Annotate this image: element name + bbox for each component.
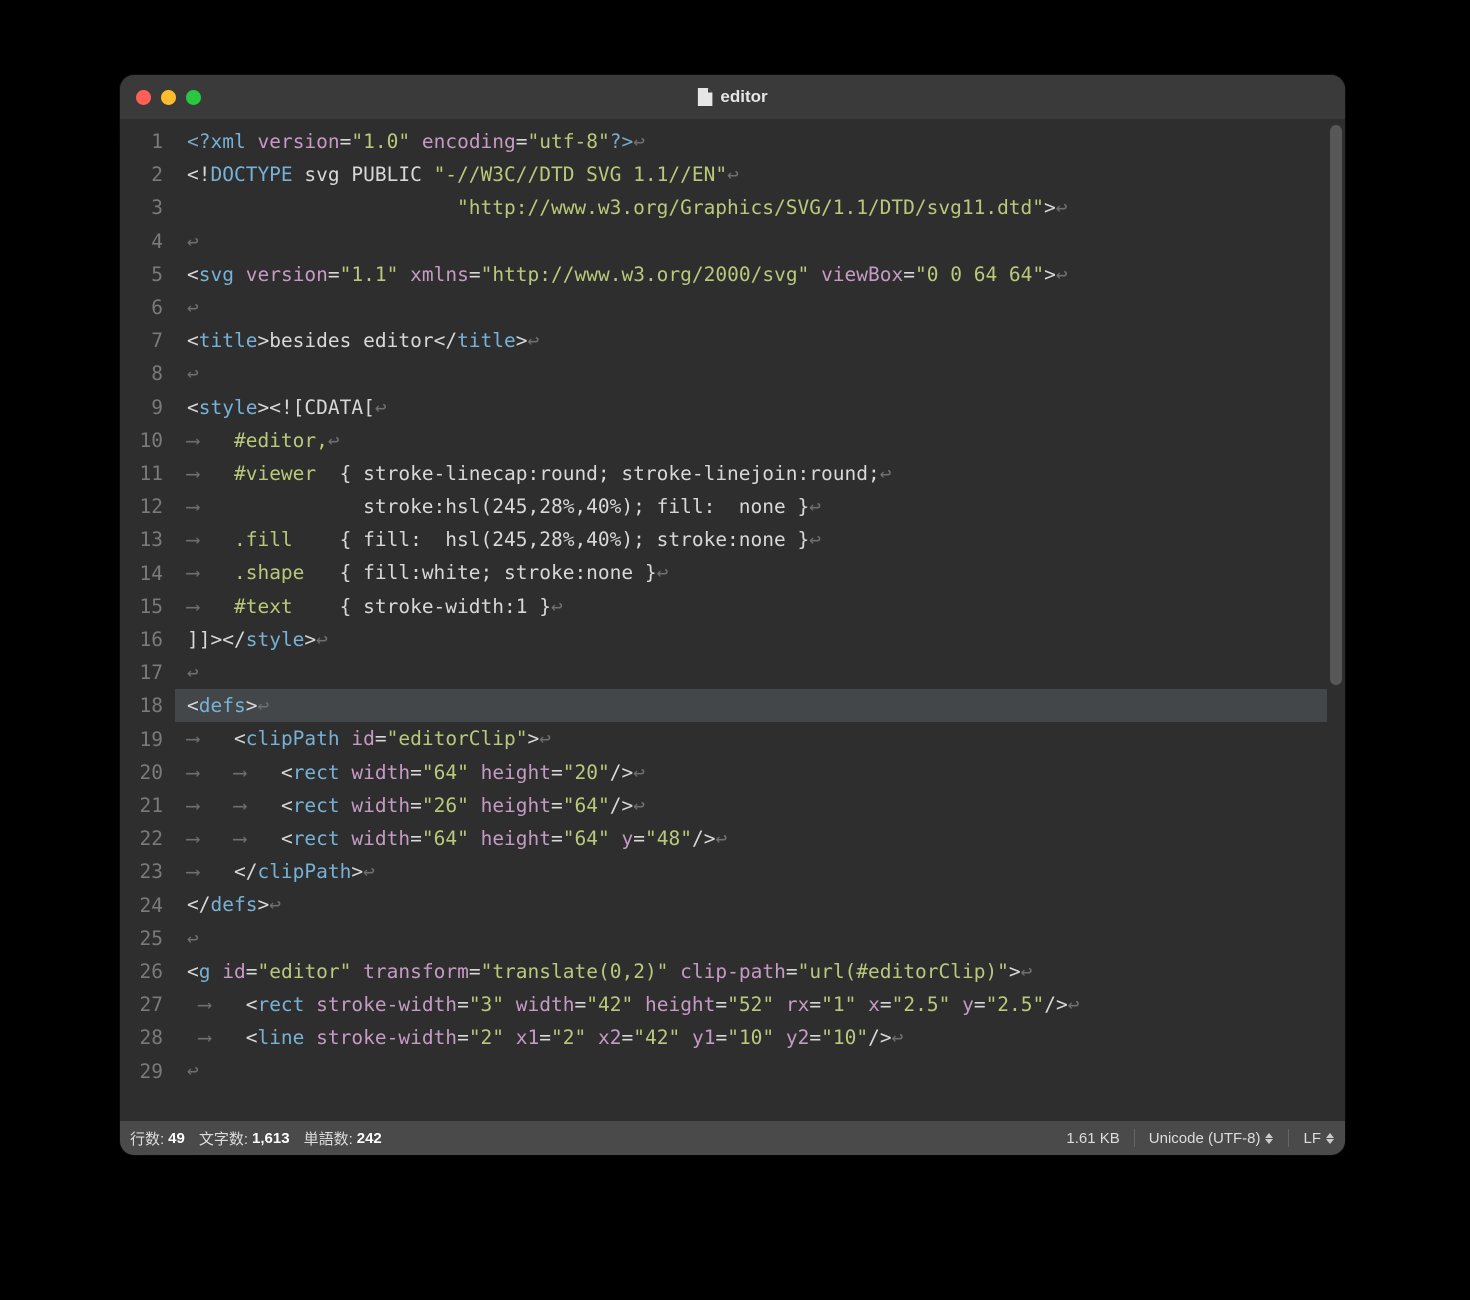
code-line[interactable]: ⟶ #viewer { stroke-linecap:round; stroke…: [175, 457, 1327, 490]
minimize-button[interactable]: [161, 90, 176, 105]
line-number: 24: [120, 889, 175, 922]
code-line[interactable]: ⟶ .fill { fill: hsl(245,28%,40%); stroke…: [175, 523, 1327, 556]
line-number: 26: [120, 955, 175, 988]
code-line[interactable]: ⟶ </clipPath>↩: [175, 855, 1327, 888]
status-filesize-value: 1.61 KB: [1066, 1130, 1119, 1147]
line-number: 17: [120, 656, 175, 689]
line-number: 21: [120, 789, 175, 822]
line-number: 28: [120, 1021, 175, 1054]
window-title: editor: [697, 87, 767, 107]
line-number: 5: [120, 258, 175, 291]
editor-window: editor 123456789101112131415161718192021…: [120, 75, 1345, 1155]
scrollbar-thumb[interactable]: [1330, 125, 1342, 685]
document-icon: [697, 88, 712, 106]
status-chars: 文字数: 1,613: [199, 1128, 290, 1149]
line-number: 20: [120, 756, 175, 789]
line-number: 14: [120, 557, 175, 590]
line-number: 29: [120, 1055, 175, 1088]
status-lines-label: 行数:: [130, 1128, 164, 1149]
zoom-button[interactable]: [186, 90, 201, 105]
line-number: 6: [120, 291, 175, 324]
code-line[interactable]: <!DOCTYPE svg PUBLIC "-//W3C//DTD SVG 1.…: [175, 158, 1327, 191]
code-line[interactable]: ↩: [175, 656, 1327, 689]
status-divider: [1134, 1129, 1135, 1147]
status-words: 単語数: 242: [304, 1128, 382, 1149]
status-chars-value: 1,613: [252, 1130, 290, 1147]
code-line[interactable]: ⟶ ⟶ <rect width="26" height="64"/>↩: [175, 789, 1327, 822]
status-words-label: 単語数:: [304, 1128, 353, 1149]
status-divider: [1288, 1129, 1289, 1147]
code-line[interactable]: ↩: [175, 1054, 1327, 1087]
window-title-text: editor: [720, 87, 767, 107]
code-line[interactable]: <style><![CDATA[↩: [175, 391, 1327, 424]
code-line[interactable]: "http://www.w3.org/Graphics/SVG/1.1/DTD/…: [175, 191, 1327, 224]
code-line[interactable]: ⟶ ⟶ <rect width="64" height="64" y="48"/…: [175, 822, 1327, 855]
code-line[interactable]: ⟶ <clipPath id="editorClip">↩: [175, 722, 1327, 755]
status-lines-value: 49: [168, 1130, 185, 1147]
traffic-lights: [136, 90, 201, 105]
line-number: 3: [120, 191, 175, 224]
line-number: 7: [120, 324, 175, 357]
code-line[interactable]: <g id="editor" transform="translate(0,2)…: [175, 955, 1327, 988]
code-line[interactable]: ↩: [175, 225, 1327, 258]
encoding-value: Unicode (UTF-8): [1149, 1130, 1261, 1147]
code-line[interactable]: ⟶ stroke:hsl(245,28%,40%); fill: none }↩: [175, 490, 1327, 523]
status-lines: 行数: 49: [130, 1128, 185, 1149]
code-line[interactable]: <?xml version="1.0" encoding="utf-8"?>↩: [175, 125, 1327, 158]
status-filesize: 1.61 KB: [1066, 1130, 1119, 1147]
line-number: 15: [120, 590, 175, 623]
line-number: 4: [120, 225, 175, 258]
status-chars-label: 文字数:: [199, 1128, 248, 1149]
code-line[interactable]: ⟶ #text { stroke-width:1 }↩: [175, 590, 1327, 623]
status-bar: 行数: 49 文字数: 1,613 単語数: 242 1.61 KB Unico…: [120, 1121, 1345, 1155]
code-line[interactable]: ↩: [175, 291, 1327, 324]
titlebar[interactable]: editor: [120, 75, 1345, 119]
code-line[interactable]: </defs>↩: [175, 888, 1327, 921]
line-number: 11: [120, 457, 175, 490]
line-number: 10: [120, 424, 175, 457]
code-area[interactable]: <?xml version="1.0" encoding="utf-8"?>↩<…: [175, 119, 1327, 1121]
line-number: 25: [120, 922, 175, 955]
line-number: 13: [120, 523, 175, 556]
line-number: 9: [120, 391, 175, 424]
line-number: 2: [120, 158, 175, 191]
code-line[interactable]: ⟶ ⟶ <rect width="64" height="20"/>↩: [175, 756, 1327, 789]
code-line[interactable]: ↩: [175, 922, 1327, 955]
line-number: 16: [120, 623, 175, 656]
editor-body: 1234567891011121314151617181920212223242…: [120, 119, 1345, 1121]
line-number: 23: [120, 855, 175, 888]
line-ending-picker[interactable]: LF: [1303, 1130, 1335, 1147]
dropdown-arrows-icon: [1325, 1133, 1335, 1144]
code-line[interactable]: ⟶ <line stroke-width="2" x1="2" x2="42" …: [175, 1021, 1327, 1054]
line-number: 18: [120, 689, 175, 722]
line-number: 19: [120, 723, 175, 756]
line-number: 12: [120, 490, 175, 523]
code-line[interactable]: <title>besides editor</title>↩: [175, 324, 1327, 357]
code-line[interactable]: ]]></style>↩: [175, 623, 1327, 656]
encoding-picker[interactable]: Unicode (UTF-8): [1149, 1130, 1275, 1147]
line-ending-value: LF: [1303, 1130, 1321, 1147]
line-number: 22: [120, 822, 175, 855]
code-line[interactable]: ⟶ <rect stroke-width="3" width="42" heig…: [175, 988, 1327, 1021]
dropdown-arrows-icon: [1264, 1133, 1274, 1144]
close-button[interactable]: [136, 90, 151, 105]
status-words-value: 242: [357, 1130, 382, 1147]
line-number: 8: [120, 357, 175, 390]
line-number-gutter: 1234567891011121314151617181920212223242…: [120, 119, 175, 1121]
code-line[interactable]: ⟶ .shape { fill:white; stroke:none }↩: [175, 556, 1327, 589]
line-number: 27: [120, 988, 175, 1021]
vertical-scrollbar[interactable]: [1327, 119, 1345, 1121]
code-line[interactable]: ⟶ #editor,↩: [175, 424, 1327, 457]
code-line[interactable]: <svg version="1.1" xmlns="http://www.w3.…: [175, 258, 1327, 291]
code-line[interactable]: ↩: [175, 357, 1327, 390]
line-number: 1: [120, 125, 175, 158]
code-line[interactable]: <defs>↩: [175, 689, 1327, 722]
